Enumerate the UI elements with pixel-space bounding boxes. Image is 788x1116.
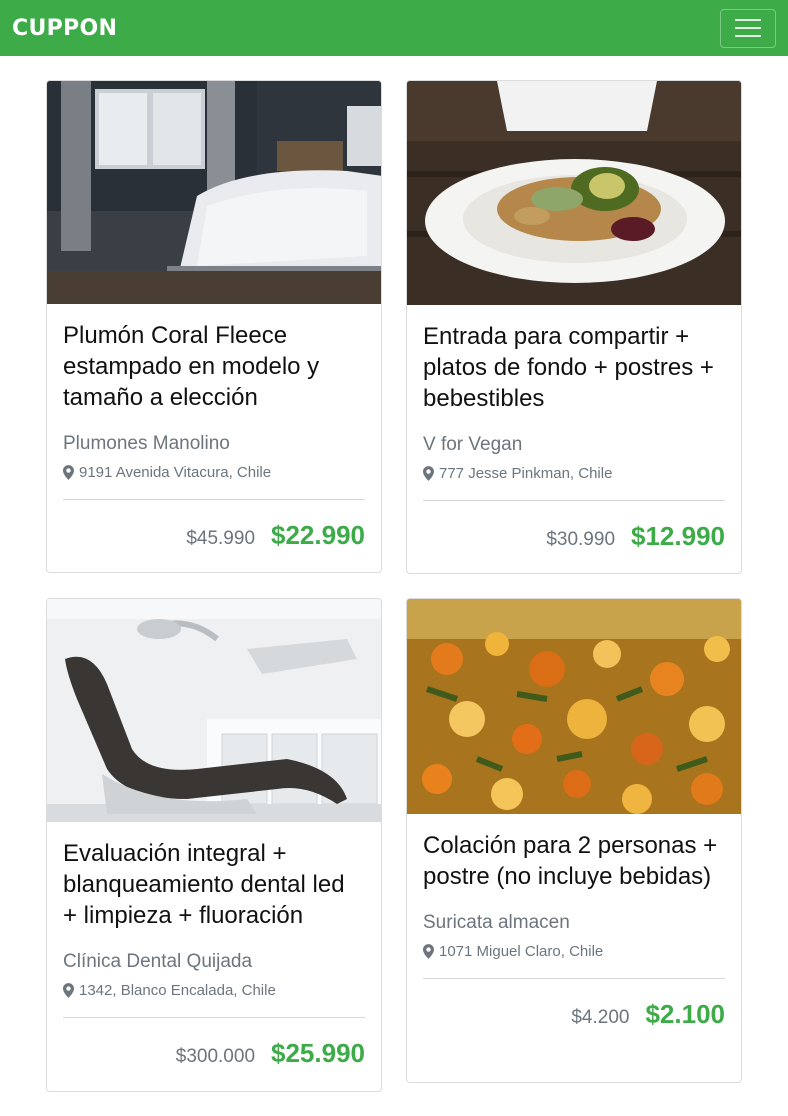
deal-image-dental-chair[interactable] [47,599,381,822]
vendor-name: V for Vegan [423,434,523,455]
deal-title[interactable]: Plumón Coral Fleece estampado en modelo … [63,320,365,413]
map-marker-icon [423,466,434,481]
deal-title[interactable]: Entrada para compartir + platos de fondo… [423,321,725,414]
original-price: $45.990 [186,528,256,549]
map-marker-icon [423,944,434,959]
deal-title[interactable]: Colación para 2 personas + postre (no in… [423,830,725,892]
discount-price: $22.990 [271,520,365,550]
vendor-name: Suricata almacen [423,912,570,933]
navbar: CUPPON [0,0,788,56]
vendor-address: 777 Jesse Pinkman, Chile [439,465,613,482]
vendor-name: Plumones Manolino [63,433,230,454]
price-row: $45.990 $22.990 [63,500,365,571]
price-row: $4.200 $2.100 [423,979,725,1050]
deal-card[interactable]: Evaluación integral + blanqueamiento den… [46,598,382,1092]
menu-toggle-button[interactable] [720,8,776,48]
deal-image-food-stew[interactable] [407,599,741,814]
discount-price: $12.990 [631,521,725,551]
deal-card[interactable]: Plumón Coral Fleece estampado en modelo … [46,80,382,573]
price-row: $300.000 $25.990 [63,1018,365,1089]
price-row: $30.990 $12.990 [423,501,725,572]
brand-logo[interactable]: CUPPON [12,16,117,41]
deal-card[interactable]: Colación para 2 personas + postre (no in… [406,598,742,1083]
vendor-address: 1071 Miguel Claro, Chile [439,943,604,960]
vendor-name: Clínica Dental Quijada [63,951,253,972]
map-marker-icon [63,983,74,998]
original-price: $30.990 [546,529,616,550]
deal-image-bedroom[interactable] [47,81,381,304]
deal-title[interactable]: Evaluación integral + blanqueamiento den… [63,838,365,931]
vendor-address: 1342, Blanco Encalada, Chile [79,982,276,999]
map-marker-icon [63,465,74,480]
hamburger-icon [735,19,761,21]
deal-image-vegan-bowl[interactable] [407,81,741,305]
discount-price: $2.100 [645,999,725,1029]
discount-price: $25.990 [271,1038,365,1068]
deal-card[interactable]: Entrada para compartir + platos de fondo… [406,80,742,574]
vendor-address: 9191 Avenida Vitacura, Chile [79,464,272,481]
original-price: $300.000 [175,1046,256,1067]
original-price: $4.200 [571,1007,630,1028]
